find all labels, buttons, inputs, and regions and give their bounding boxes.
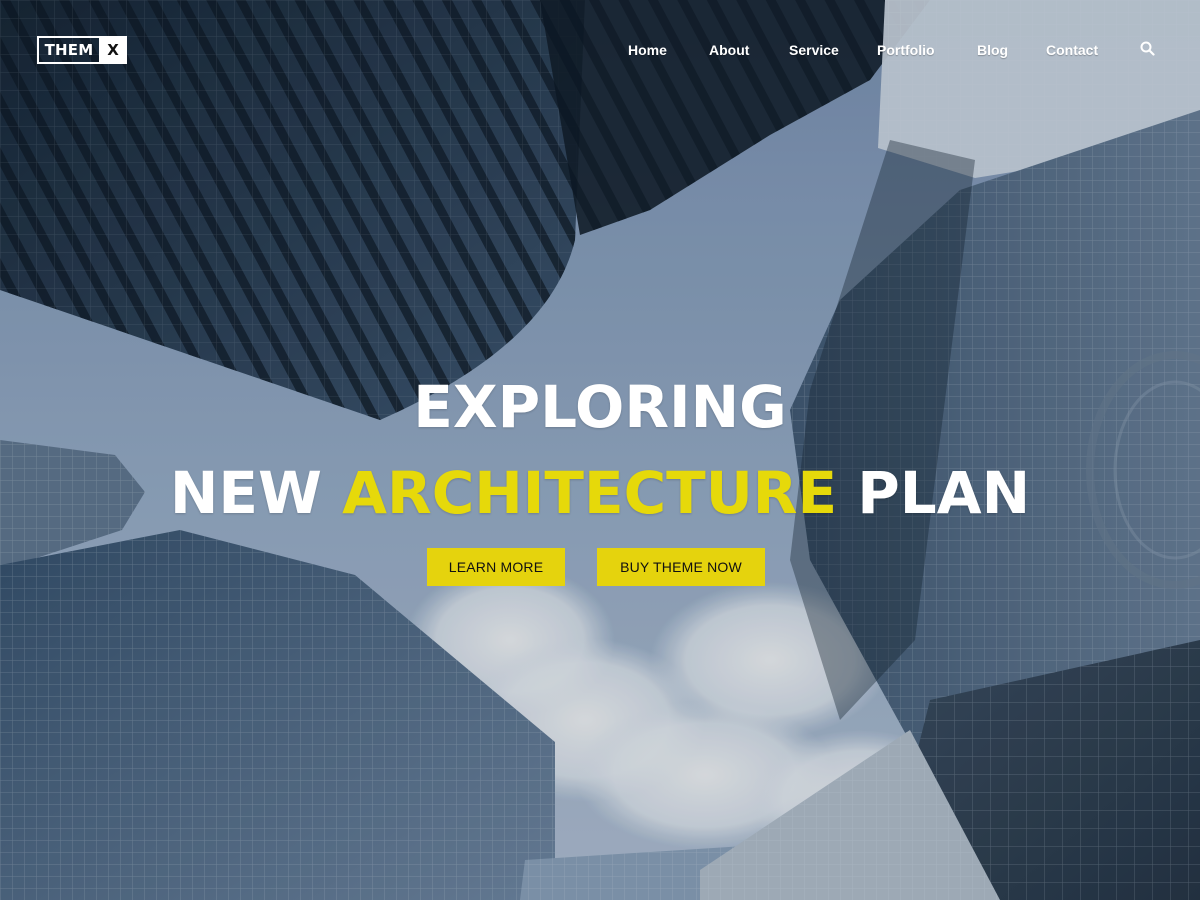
nav-link-home[interactable]: Home (628, 40, 667, 60)
hero-title-highlight: ARCHITECTURE (342, 459, 838, 527)
main-navigation: Home About Service Portfolio Blog Contac… (0, 40, 1200, 60)
hero-title-line-1: EXPLORING (413, 373, 787, 441)
nav-link-portfolio[interactable]: Portfolio (877, 40, 935, 60)
hero-actions: LEARN MORE BUY THEME NOW (0, 548, 1200, 586)
search-icon (1140, 41, 1155, 56)
hero-title-prefix: NEW (169, 459, 343, 527)
learn-more-button[interactable]: LEARN MORE (427, 548, 565, 586)
nav-link-contact[interactable]: Contact (1046, 40, 1098, 60)
hero-section: THEM X Home About Service Portfolio Blog… (0, 0, 1200, 900)
nav-link-blog[interactable]: Blog (977, 40, 1008, 60)
search-button[interactable] (1140, 41, 1155, 56)
site-header: THEM X Home About Service Portfolio Blog… (0, 0, 1200, 100)
hero-title-suffix: PLAN (837, 459, 1031, 527)
buy-theme-button[interactable]: BUY THEME NOW (597, 548, 765, 586)
nav-link-about[interactable]: About (709, 40, 749, 60)
hero-content: EXPLORING NEW ARCHITECTURE PLAN (0, 365, 1200, 535)
nav-link-service[interactable]: Service (789, 40, 839, 60)
hero-title-line-2: NEW ARCHITECTURE PLAN (0, 451, 1200, 535)
